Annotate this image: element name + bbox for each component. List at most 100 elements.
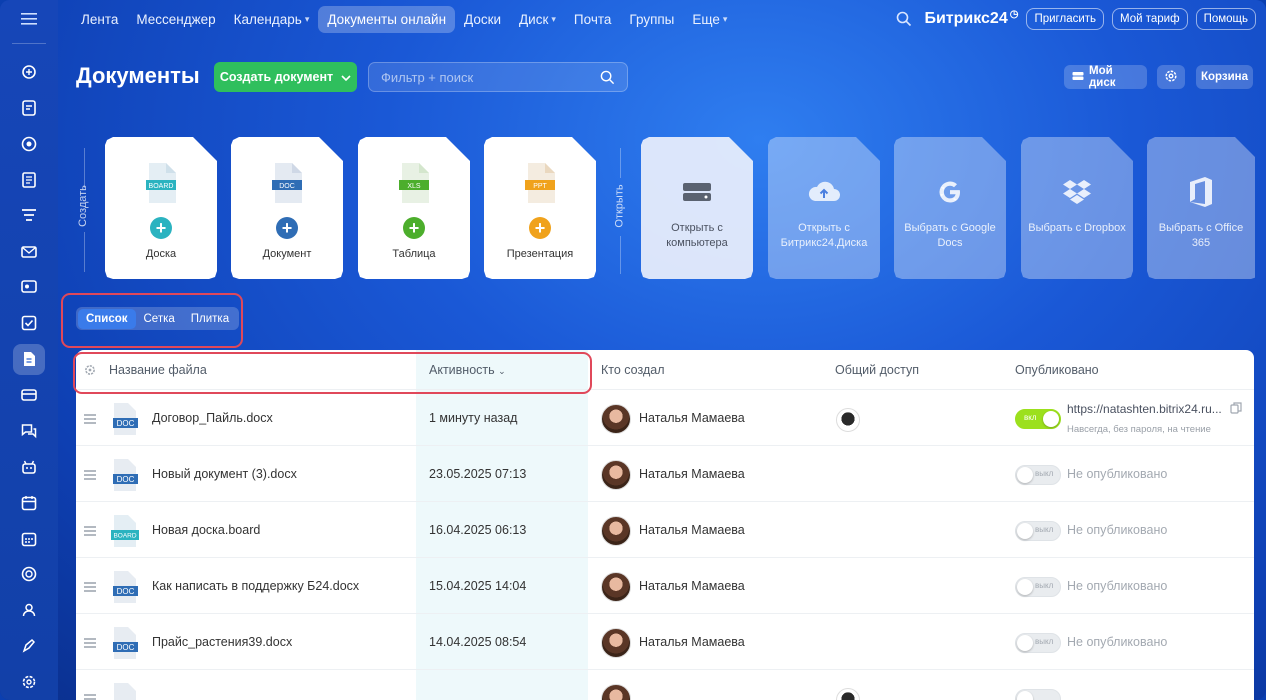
publish-toggle[interactable]: выкл (1015, 633, 1061, 653)
author-name[interactable]: Наталья Мамаева (639, 523, 745, 537)
nav-item-boards[interactable]: Доски (455, 6, 510, 33)
check-icon[interactable] (13, 308, 45, 339)
search-icon[interactable] (896, 11, 912, 27)
publish-toggle[interactable]: выкл (1015, 577, 1061, 597)
doc-file-icon: DOC (110, 571, 140, 603)
column-sharing[interactable]: Общий доступ (835, 363, 919, 377)
team-icon[interactable] (13, 595, 45, 626)
author-name[interactable]: Наталья Мамаева (639, 635, 745, 649)
svg-text:DOC: DOC (117, 643, 135, 652)
help-button[interactable]: Помощь (1195, 8, 1256, 30)
avatar[interactable] (601, 404, 631, 434)
google-icon (933, 175, 967, 209)
chat-board-icon[interactable] (13, 272, 45, 303)
nav-item-online-docs[interactable]: Документы онлайн (318, 5, 456, 33)
nav-item-groups[interactable]: Группы (620, 6, 683, 33)
my-disk-button[interactable]: Мой диск (1064, 65, 1147, 89)
crm-icon[interactable] (13, 128, 45, 159)
table-row[interactable]: BOARD Новая доска.board 16.04.2025 06:13… (76, 502, 1254, 558)
publish-status: Не опубликовано (1067, 579, 1168, 593)
table-row[interactable]: DOC Договор_Пайль.docx 1 минуту назад На… (76, 390, 1254, 446)
publish-toggle[interactable]: выкл (1015, 465, 1061, 485)
file-name[interactable]: Договор_Пайль.docx (152, 411, 273, 425)
table-row[interactable]: DOC Как написать в поддержку Б24.docx 15… (76, 558, 1254, 614)
card-icon[interactable] (13, 380, 45, 411)
drag-handle-icon[interactable] (84, 694, 96, 700)
column-author[interactable]: Кто создал (601, 363, 665, 377)
open-from-bitrix-disk-card[interactable]: Открыть с Битрикс24.Диска (768, 137, 880, 279)
table-row[interactable] (76, 670, 1254, 700)
mail-icon[interactable] (13, 236, 45, 267)
author-name[interactable]: Наталья Мамаева (639, 579, 745, 593)
drag-handle-icon[interactable] (84, 638, 96, 650)
column-published[interactable]: Опубликовано (1015, 363, 1099, 377)
avatar[interactable] (601, 572, 631, 602)
hamburger-icon[interactable] (18, 8, 40, 29)
drag-handle-icon[interactable] (84, 414, 96, 426)
search-input[interactable] (381, 69, 600, 85)
avatar[interactable] (601, 628, 631, 658)
author-name[interactable]: Наталья Мамаева (639, 467, 745, 481)
nav-item-disk[interactable]: Диск ▾ (510, 6, 565, 33)
nav-item-feed[interactable]: Лента (72, 6, 127, 33)
calendar-icon[interactable] (13, 487, 45, 518)
file-name[interactable]: Прайс_растения39.docx (152, 635, 292, 649)
search-icon[interactable] (600, 70, 615, 85)
goals-icon[interactable] (13, 559, 45, 590)
drag-handle-icon[interactable] (84, 470, 96, 482)
create-document-button[interactable]: Создать документ (214, 62, 357, 92)
planner-icon[interactable] (13, 523, 45, 554)
file-name[interactable]: Как написать в поддержку Б24.docx (152, 579, 359, 593)
nav-item-calendar[interactable]: Календарь ▾ (225, 6, 319, 33)
settings-button[interactable] (1157, 65, 1185, 89)
drag-handle-icon[interactable] (84, 582, 96, 594)
nav-item-messenger[interactable]: Мессенджер (127, 6, 224, 33)
public-link[interactable]: https://natashten.bitrix24.ru... (1067, 402, 1222, 416)
avatar[interactable] (601, 460, 631, 490)
avatar[interactable] (601, 684, 631, 700)
robot-icon[interactable] (13, 451, 45, 482)
nav-item-more[interactable]: Еще ▾ (683, 6, 736, 33)
file-name[interactable]: Новый документ (3).docx (152, 467, 297, 481)
drag-handle-icon[interactable] (84, 526, 96, 538)
plus-icon: + (529, 217, 551, 239)
publish-toggle[interactable]: выкл (1015, 521, 1061, 541)
invite-button[interactable]: Пригласить (1026, 8, 1105, 30)
table-row[interactable]: DOC Прайс_растения39.docx 14.04.2025 08:… (76, 614, 1254, 670)
docs-list-icon[interactable] (13, 164, 45, 195)
shared-user-avatar[interactable] (836, 408, 860, 432)
xls-file-icon: XLS (399, 163, 429, 203)
copy-icon[interactable] (1230, 402, 1242, 414)
tasks-icon[interactable] (13, 93, 45, 124)
doc-file-icon: DOC (110, 459, 140, 491)
shared-user-avatar[interactable] (836, 688, 860, 700)
create-board-card[interactable]: BOARD + Доска (105, 137, 217, 279)
tariff-button[interactable]: Мой тариф (1112, 8, 1188, 30)
table-row[interactable]: DOC Новый документ (3).docx 23.05.2025 0… (76, 446, 1254, 502)
open-from-office365-card[interactable]: Выбрать с Office 365 (1147, 137, 1255, 279)
edit-icon[interactable] (13, 631, 45, 662)
messages-icon[interactable] (13, 415, 45, 446)
open-from-google-docs-card[interactable]: Выбрать с Google Docs (894, 137, 1006, 279)
nav-item-mail[interactable]: Почта (565, 6, 621, 33)
filter-icon[interactable] (13, 200, 45, 231)
publish-toggle[interactable] (1015, 689, 1061, 700)
svg-text:DOC: DOC (117, 587, 135, 596)
trash-button[interactable]: Корзина (1196, 65, 1253, 89)
gear-icon (1164, 69, 1178, 86)
avatar[interactable] (601, 516, 631, 546)
create-spreadsheet-card[interactable]: XLS + Таблица (358, 137, 470, 279)
chevron-down-icon (341, 70, 351, 84)
open-from-computer-card[interactable]: Открыть с компьютера (641, 137, 753, 279)
publish-toggle[interactable]: вкл (1015, 409, 1061, 429)
activity-icon[interactable] (13, 57, 45, 88)
settings-icon[interactable] (13, 667, 45, 698)
open-from-dropbox-card[interactable]: Выбрать с Dropbox (1021, 137, 1133, 279)
create-document-card[interactable]: DOC + Документ (231, 137, 343, 279)
document-icon[interactable] (13, 343, 45, 375)
ppt-file-icon: PPT (525, 163, 555, 203)
svg-text:BOARD: BOARD (113, 533, 136, 540)
file-name[interactable]: Новая доска.board (152, 523, 260, 537)
create-presentation-card[interactable]: PPT + Презентация (484, 137, 596, 279)
author-name[interactable]: Наталья Мамаева (639, 411, 745, 425)
